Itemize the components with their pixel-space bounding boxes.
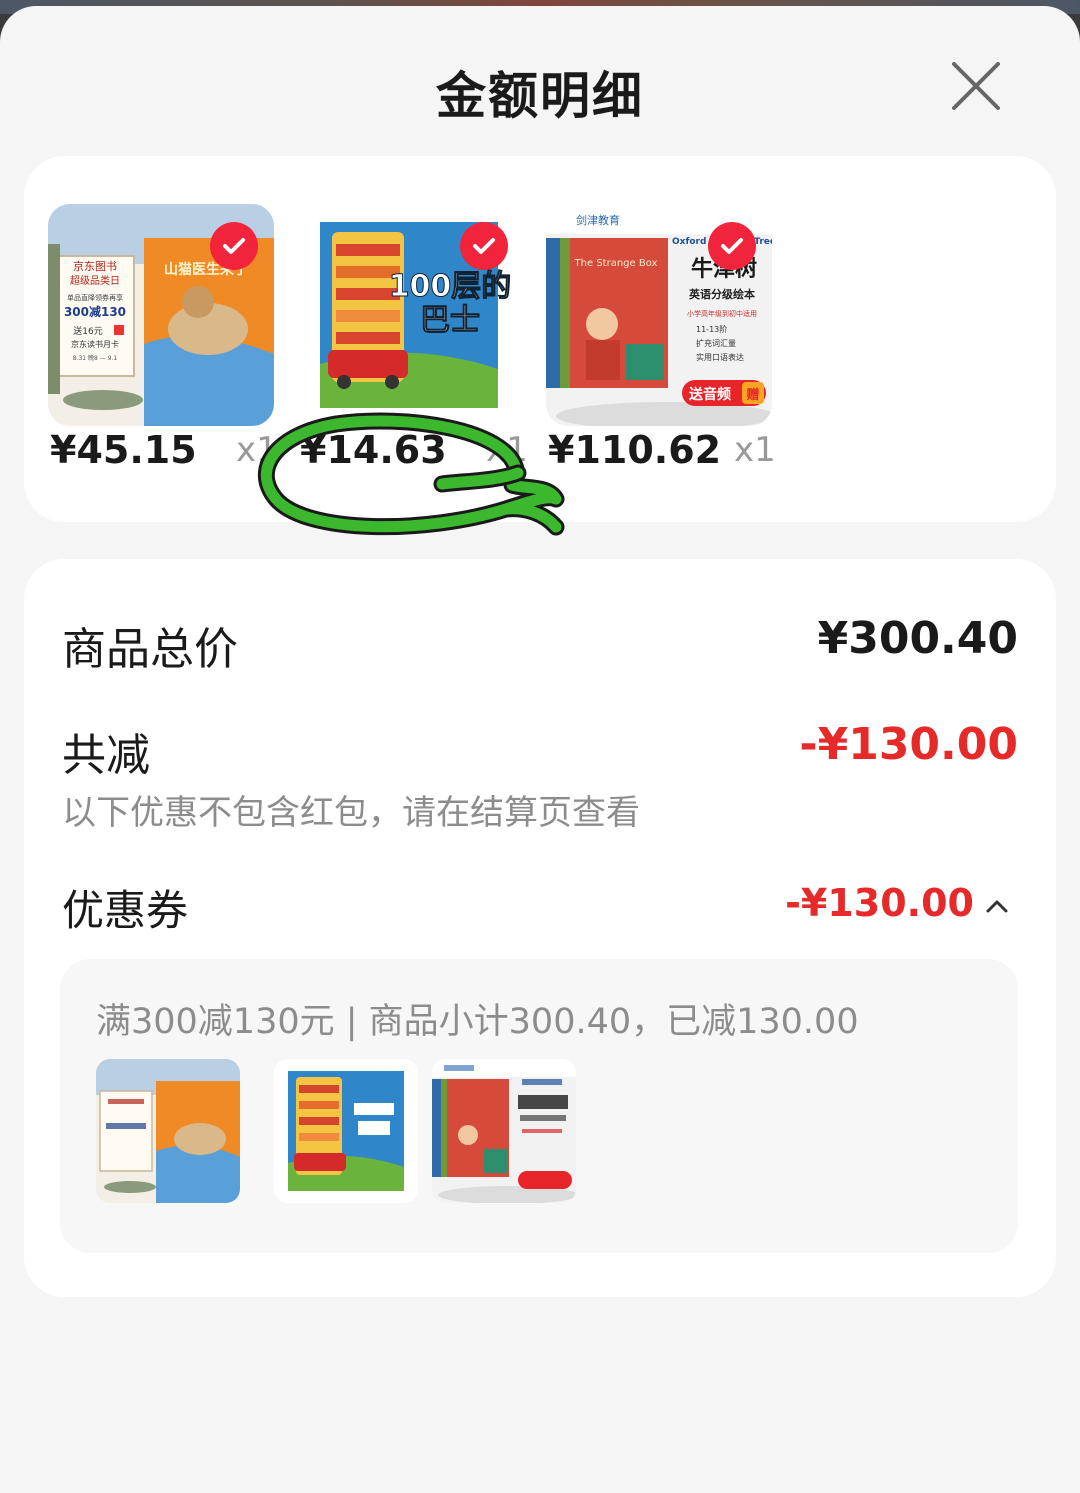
cover1-gift: 送16元 [73,325,102,337]
coupon-product-thumb-3 [432,1059,576,1203]
total-price-value: ¥300.40 [817,613,1018,664]
cover3-brand: 剑津教育 [576,213,620,227]
product-qty-1: x1 [236,430,278,470]
cover3-gift: 赠 [746,387,759,403]
cover1-line3: 单品直降领券再享 [67,293,123,302]
selected-check-icon[interactable] [708,222,756,270]
products-card: 京东图书 超级品类日 单品直降领券再享 300减130 送16元 京东读书月卡 … [24,156,1056,536]
cover1-gift2: 京东读书月卡 [71,339,119,349]
product-image-2[interactable]: 100层的 巴士 [298,204,524,426]
product-image-1[interactable]: 京东图书 超级品类日 单品直降领券再享 300减130 送16元 京东读书月卡 … [48,204,274,426]
cover3-promo: 送音频 [688,386,731,403]
cover1-line2: 超级品类日 [70,274,120,287]
cover3-book: The Strange Box [574,258,658,269]
product-price-1: ¥45.15 [50,428,197,472]
chevron-up-icon [984,881,1010,925]
coupon-detail-text: 满300减130元 | 商品小计300.40，已减130.00 [96,1002,859,1042]
discount-value: -¥130.00 [799,719,1018,770]
cover2-title-cn: 巴士 [420,303,480,338]
selected-check-icon[interactable] [460,222,508,270]
cover3-tag: 小学高年级到初中适用 [687,309,757,318]
price-summary-card: 商品总价 ¥300.40 共减 -¥130.00 以下优惠不包含红包，请在结算页… [24,559,1056,1297]
amount-detail-sheet: 金额明细 京东图书 超级品类日 单品直降领券再享 300减130 送16元 京东… [0,6,1080,1493]
coupon-product-thumb-1 [96,1059,240,1203]
product-price-2: ¥14.63 [300,428,447,472]
cover3-bullet3: 实用口语表达 [696,352,744,362]
cover3-bullet2: 扩充词汇量 [696,338,736,348]
coupon-product-thumb-2 [274,1059,418,1203]
product-qty-3: x1 [734,430,776,470]
coupon-value: -¥130.00 [785,881,974,925]
discount-label: 共减 [62,730,150,781]
cover3-bullet1: 11-13阶 [696,324,727,334]
cover2-title-num: 100层的 [389,269,512,304]
coupon-detail-panel: 满300减130元 | 商品小计300.40，已减130.00 [60,959,1018,1253]
product-qty-2: x1 [486,430,528,470]
cover1-badge: 京东图书 [73,259,117,273]
coupon-label: 优惠券 [62,886,189,935]
discount-note: 以下优惠不包含红包，请在结算页查看 [62,793,640,833]
coupon-toggle[interactable]: -¥130.00 [785,881,1010,925]
product-image-3[interactable]: 剑津教育 The Strange Box Oxford Reading Tree… [546,204,772,426]
cover1-date: 8.31 晚8 — 9.1 [73,354,118,362]
selected-check-icon[interactable] [210,222,258,270]
sheet-title: 金额明细 [436,67,644,125]
total-price-label: 商品总价 [62,624,238,675]
cover3-subtitle: 英语分级绘本 [688,287,755,301]
close-icon[interactable] [944,54,1008,118]
product-price-3: ¥110.62 [548,428,722,472]
cover1-deal: 300减130 [64,304,126,319]
